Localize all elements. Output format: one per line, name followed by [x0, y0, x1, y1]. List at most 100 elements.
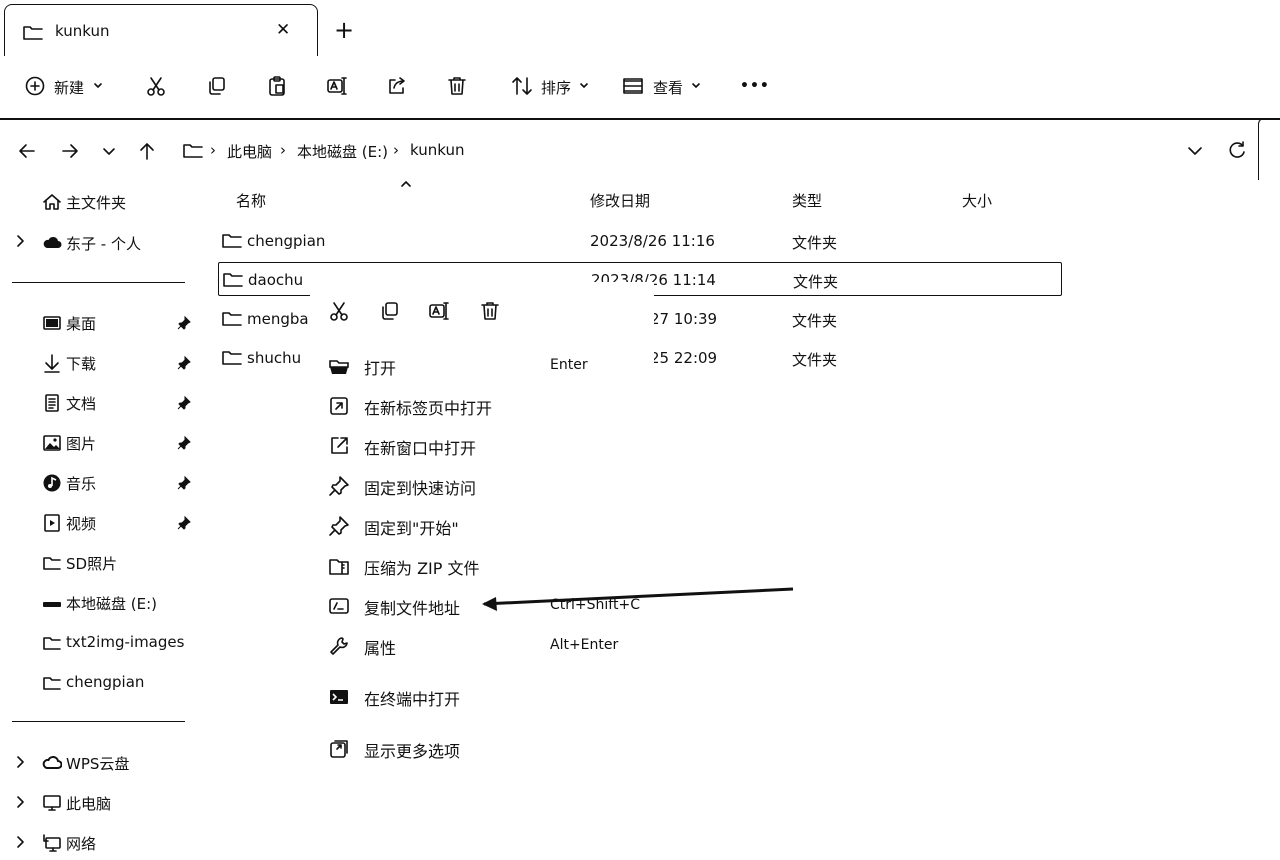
breadcrumb-separator: ›: [280, 141, 286, 159]
back-arrow-icon[interactable]: [16, 140, 38, 162]
view-button[interactable]: 查看: [653, 77, 683, 98]
menu-item-show-more-options[interactable]: 显示更多选项: [320, 732, 650, 768]
sidebar-item-label: SD照片: [66, 555, 118, 573]
sidebar-item-pictures[interactable]: 图片: [42, 429, 202, 457]
new-button[interactable]: 新建: [54, 77, 84, 98]
sidebar-item-wps-cloud[interactable]: WPS云盘: [42, 749, 202, 777]
home-icon: [42, 192, 62, 212]
menu-item-label: 压缩为 ZIP 文件: [364, 559, 480, 578]
tab-kunkun[interactable]: [4, 4, 318, 56]
sidebar-divider: [12, 721, 185, 722]
menu-item-pin-quick-access[interactable]: 固定到快速访问: [320, 469, 650, 505]
close-tab-button[interactable]: ✕: [276, 20, 290, 40]
sidebar-item-videos[interactable]: 视频: [42, 509, 202, 537]
forward-arrow-icon[interactable]: [59, 140, 81, 162]
expand-chevron-icon[interactable]: [14, 835, 26, 849]
new-tab-button[interactable]: +: [334, 16, 354, 44]
breadcrumb-local-disk[interactable]: 本地磁盘 (E:): [297, 141, 388, 162]
delete-icon[interactable]: [479, 300, 505, 326]
breadcrumb-kunkun[interactable]: kunkun: [410, 141, 464, 159]
sidebar-item-this-pc[interactable]: 此电脑: [42, 789, 202, 817]
expand-chevron-icon[interactable]: [14, 795, 26, 809]
search-box[interactable]: [1258, 118, 1280, 180]
breadcrumb-this-pc[interactable]: 此电脑: [227, 141, 272, 162]
sort-chevron-icon[interactable]: [578, 79, 590, 91]
pin-icon[interactable]: [176, 515, 192, 531]
share-icon[interactable]: [386, 75, 408, 97]
new-window-icon: [328, 435, 350, 457]
recent-locations-chevron-icon[interactable]: [98, 140, 120, 162]
pin-icon[interactable]: [176, 315, 192, 331]
tab-title: kunkun: [55, 22, 110, 40]
delete-icon[interactable]: [446, 75, 468, 97]
sidebar-item-desktop[interactable]: 桌面: [42, 309, 202, 337]
menu-item-open-terminal[interactable]: 在终端中打开: [320, 680, 650, 716]
column-header-type[interactable]: 类型: [792, 190, 822, 211]
cut-icon[interactable]: [145, 75, 167, 97]
file-type: 文件夹: [792, 312, 838, 330]
column-header-name[interactable]: 名称: [236, 190, 266, 211]
tab-bar: kunkun ✕ +: [0, 0, 1280, 58]
menu-item-label: 显示更多选项: [364, 742, 461, 761]
expand-chevron-icon[interactable]: [14, 755, 26, 769]
file-date: 25 22:09: [650, 349, 718, 367]
sidebar-item-home[interactable]: 主文件夹: [42, 188, 202, 216]
file-type: 文件夹: [793, 273, 839, 291]
pin-icon[interactable]: [176, 395, 192, 411]
wrench-icon: [328, 635, 350, 657]
menu-item-properties[interactable]: 属性 Alt+Enter: [320, 629, 650, 665]
cut-icon[interactable]: [328, 300, 354, 326]
pin-icon[interactable]: [176, 355, 192, 371]
copy-icon[interactable]: [206, 75, 228, 97]
menu-item-shortcut: Enter: [550, 357, 588, 373]
folder-icon: [222, 349, 242, 367]
sidebar-item-local-disk[interactable]: 本地磁盘 (E:): [42, 589, 202, 617]
menu-item-open-new-window[interactable]: 在新窗口中打开: [320, 429, 650, 465]
up-arrow-icon[interactable]: [136, 140, 158, 162]
computer-icon: [42, 793, 62, 813]
file-name: chengpian: [247, 232, 326, 250]
column-header-modified[interactable]: 修改日期: [590, 190, 650, 211]
more-options-button[interactable]: •••: [740, 78, 770, 94]
column-header-size[interactable]: 大小: [962, 190, 992, 211]
pin-icon[interactable]: [176, 475, 192, 491]
sort-icon[interactable]: [511, 75, 533, 97]
pin-icon[interactable]: [176, 435, 192, 451]
sidebar-item-label: 网络: [66, 835, 97, 853]
rename-icon[interactable]: [428, 300, 454, 326]
paste-icon[interactable]: [266, 75, 288, 97]
file-type: 文件夹: [792, 234, 838, 252]
expand-chevron-icon[interactable]: [14, 234, 26, 248]
file-row[interactable]: chengpian 2023/8/26 11:16 文件夹: [218, 224, 1062, 258]
sidebar-item-music[interactable]: 音乐: [42, 469, 202, 497]
copy-icon[interactable]: [379, 300, 405, 326]
sidebar-item-chengpian[interactable]: chengpian: [42, 669, 202, 697]
menu-item-open[interactable]: 打开 Enter: [320, 349, 650, 385]
menu-item-open-new-tab[interactable]: 在新标签页中打开: [320, 389, 650, 425]
sidebar-item-txt2img-images[interactable]: txt2img-images: [42, 629, 202, 657]
rename-icon[interactable]: [326, 75, 348, 97]
new-chevron-icon[interactable]: [92, 79, 104, 91]
video-icon: [42, 513, 62, 533]
sidebar-item-downloads[interactable]: 下载: [42, 349, 202, 377]
sidebar-item-sd-photos[interactable]: SD照片: [42, 549, 202, 577]
file-date: 27 10:39: [650, 310, 718, 328]
refresh-icon[interactable]: [1226, 140, 1248, 162]
sidebar-item-documents[interactable]: 文档: [42, 389, 202, 417]
new-icon[interactable]: [24, 75, 46, 97]
view-chevron-icon[interactable]: [690, 79, 702, 91]
sidebar-item-label: 音乐: [66, 475, 97, 493]
sidebar-item-onedrive[interactable]: 东子 - 个人: [42, 229, 202, 257]
sidebar-item-network[interactable]: 网络: [42, 829, 202, 857]
download-icon: [42, 353, 62, 373]
drive-icon: [42, 593, 62, 613]
menu-item-pin-start[interactable]: 固定到"开始": [320, 509, 650, 545]
address-dropdown-chevron-icon[interactable]: [1184, 140, 1206, 162]
file-date: 2023/8/26 11:16: [590, 232, 715, 250]
sort-button[interactable]: 排序: [541, 77, 571, 98]
picture-icon: [42, 433, 62, 453]
view-icon[interactable]: [622, 75, 644, 97]
breadcrumb-separator: ›: [210, 141, 216, 159]
cloud-icon: [42, 753, 62, 773]
cloud-icon: [42, 233, 62, 253]
